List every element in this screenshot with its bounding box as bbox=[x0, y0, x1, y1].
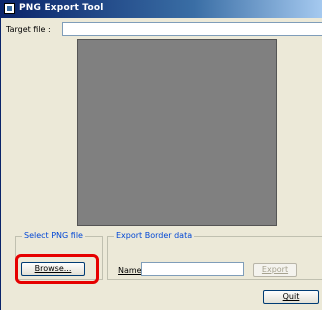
select-png-legend: Select PNG file bbox=[22, 231, 85, 240]
export-button[interactable]: Export bbox=[253, 263, 297, 277]
app-icon bbox=[4, 3, 15, 14]
image-preview bbox=[77, 39, 277, 226]
quit-button-label: Quit bbox=[282, 292, 300, 301]
quit-button[interactable]: Quit bbox=[263, 290, 319, 304]
app-window: PNG Export Tool Target file : Select PNG… bbox=[0, 0, 322, 310]
name-label-text: Name bbox=[118, 266, 142, 275]
name-label: Name bbox=[118, 266, 142, 275]
target-file-field[interactable] bbox=[62, 22, 322, 36]
export-button-label: Export bbox=[261, 265, 289, 274]
highlight-annotation bbox=[15, 254, 99, 284]
target-file-label: Target file : bbox=[6, 25, 51, 34]
name-input[interactable] bbox=[141, 262, 244, 276]
export-border-legend: Export Border data bbox=[114, 231, 195, 240]
window-title: PNG Export Tool bbox=[19, 3, 104, 13]
title-bar: PNG Export Tool bbox=[1, 0, 322, 18]
